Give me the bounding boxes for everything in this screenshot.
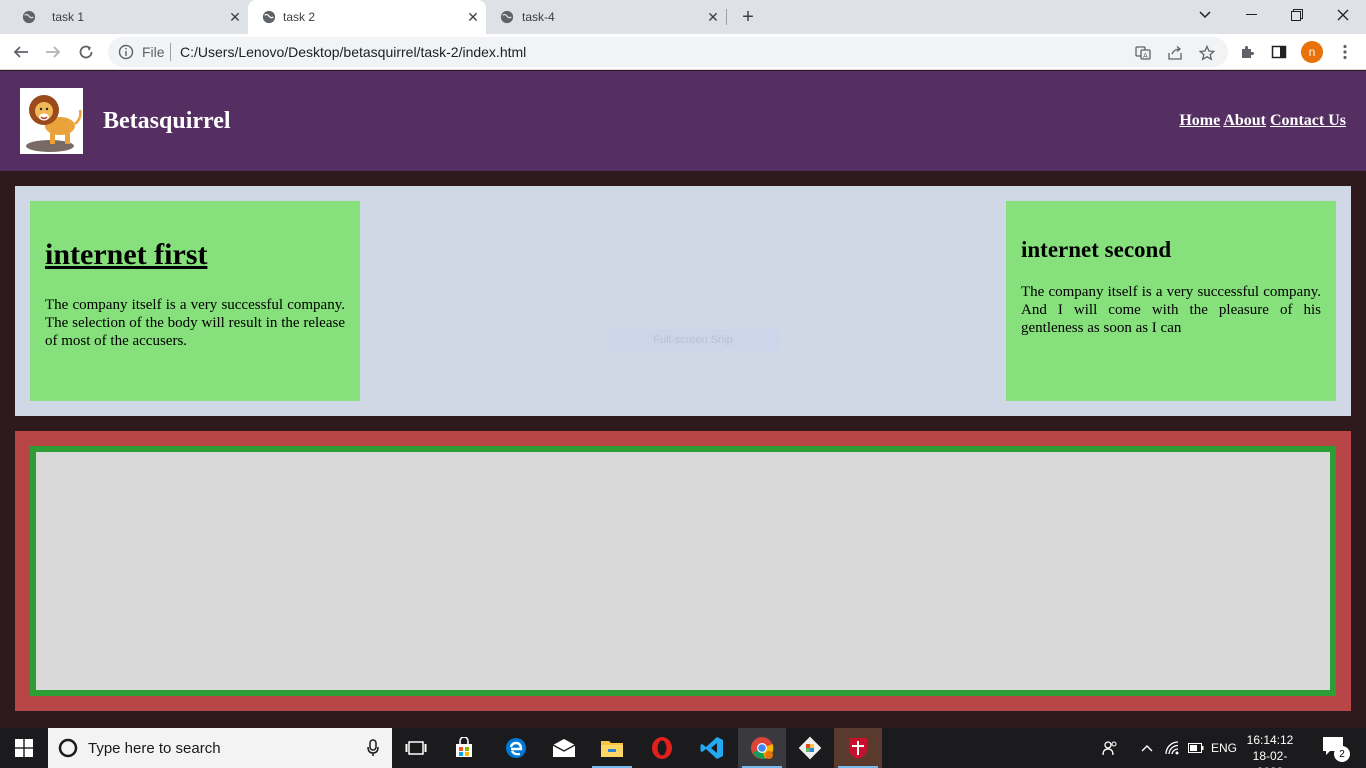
bookmark-star-icon[interactable] [1198,44,1216,62]
mail-icon [552,739,576,757]
reload-icon [79,45,93,59]
clock-date: 18-02-2023 [1252,749,1288,768]
chrome-app[interactable] [738,728,786,768]
search-placeholder: Type here to search [88,740,221,757]
web-page: Betasquirrel Home About Contact Us inter… [0,71,1366,728]
show-hidden-icons-chevron-icon[interactable] [1136,728,1158,768]
git-icon [798,736,822,760]
git-app[interactable] [786,728,834,768]
card-text: The company itself is a very successful … [1021,284,1321,336]
tab-label: task 1 [52,10,85,24]
site-brand: Betasquirrel [103,108,231,134]
wifi-icon[interactable] [1160,728,1184,768]
battery-icon[interactable] [1185,728,1207,768]
forward-arrow-icon [46,46,61,58]
nav-contact-link[interactable]: Contact Us [1270,112,1346,129]
nav-home-link[interactable]: Home [1179,112,1220,129]
tab-strip: task 1 ✕ task 2 ✕ task-4 ✕ + [0,0,1366,34]
tab-search-icon[interactable] [1182,0,1228,30]
svg-text:A: A [1143,52,1148,60]
new-tab-button[interactable]: + [736,5,760,29]
windows-taskbar: Type here to search ENG 16:14:12 18-02- … [0,728,1366,768]
minimize-button[interactable] [1228,0,1274,30]
browser-toolbar: File C:/Users/Lenovo/Desktop/betasquirre… [0,34,1366,70]
address-divider [170,43,171,61]
profile-avatar[interactable]: n [1301,41,1323,63]
globe-icon [500,10,514,24]
close-tab-icon[interactable]: ✕ [464,8,482,26]
edge-icon [506,738,526,758]
menu-kebab-icon[interactable] [1336,43,1354,61]
file-explorer-icon [601,741,623,757]
info-icon[interactable] [118,44,134,60]
shield-app-icon [849,738,867,759]
scheme-label: File [142,44,165,60]
site-nav: Home About Contact Us [1179,112,1346,130]
microphone-icon[interactable] [366,739,380,757]
cards-section: internet first The company itself is a v… [15,186,1351,416]
side-panel-icon[interactable] [1270,43,1288,61]
globe-icon [22,10,36,24]
card-internet-second: internet second The company itself is a … [1006,201,1336,401]
opera-app[interactable] [638,728,686,768]
search-icon [58,738,78,758]
nav-about-link[interactable]: About [1223,112,1266,129]
store-app[interactable] [440,728,488,768]
tab-task-4[interactable]: task-4 ✕ [486,0,726,34]
vscode-app[interactable] [688,728,736,768]
notification-count-badge: 2 [1334,746,1350,762]
chrome-icon [751,737,774,759]
extensions-puzzle-icon[interactable] [1238,43,1256,61]
back-arrow-icon [13,46,28,58]
bottom-section [15,431,1351,711]
site-header: Betasquirrel Home About Contact Us [0,71,1366,171]
reload-button[interactable] [73,39,99,65]
close-tab-icon[interactable]: ✕ [226,8,244,26]
translate-icon[interactable]: A [1134,44,1152,62]
snip-overlay: Full-screen Snip [607,329,779,351]
back-button[interactable] [8,39,34,65]
close-window-button[interactable] [1320,0,1366,30]
language-indicator[interactable]: ENG [1208,728,1240,768]
shield-app[interactable] [834,728,882,768]
taskbar-search[interactable]: Type here to search [48,728,392,768]
address-bar[interactable]: File C:/Users/Lenovo/Desktop/betasquirre… [108,37,1228,67]
task-view-icon [405,741,427,755]
lion-logo [20,88,83,154]
opera-icon [652,737,672,759]
vscode-icon [700,737,723,759]
card-text: The company itself is a very successful … [45,297,345,349]
file-explorer-app[interactable] [588,728,636,768]
card-internet-first: internet first The company itself is a v… [30,201,360,401]
mail-app[interactable] [540,728,588,768]
share-icon[interactable] [1166,44,1184,62]
card-title: internet second [1021,237,1172,262]
close-tab-icon[interactable]: ✕ [704,8,722,26]
edge-app[interactable] [492,728,540,768]
start-button[interactable] [0,728,48,768]
tab-label: task 2 [283,10,316,24]
people-icon[interactable] [1098,728,1122,768]
card-title: internet first [45,238,208,271]
bottom-inner-box [30,446,1336,696]
tab-task-1[interactable]: task 1 ✕ [8,0,248,34]
forward-button[interactable] [40,39,66,65]
task-view-button[interactable] [392,728,440,768]
globe-icon [262,10,276,24]
notification-center-button[interactable]: 2 [1318,734,1352,762]
restore-button[interactable] [1274,0,1320,30]
store-icon [456,737,472,757]
windows-logo-icon [15,739,33,757]
tab-label: task-4 [522,10,555,24]
tab-separator [726,9,727,25]
taskbar-clock[interactable]: 16:14:12 18-02-2023 [1242,732,1298,768]
clock-time: 16:14:12 [1246,733,1294,747]
tab-task-2[interactable]: task 2 ✕ [248,0,486,34]
url-text[interactable]: C:/Users/Lenovo/Desktop/betasquirrel/tas… [180,44,526,60]
lion-icon [26,95,82,152]
